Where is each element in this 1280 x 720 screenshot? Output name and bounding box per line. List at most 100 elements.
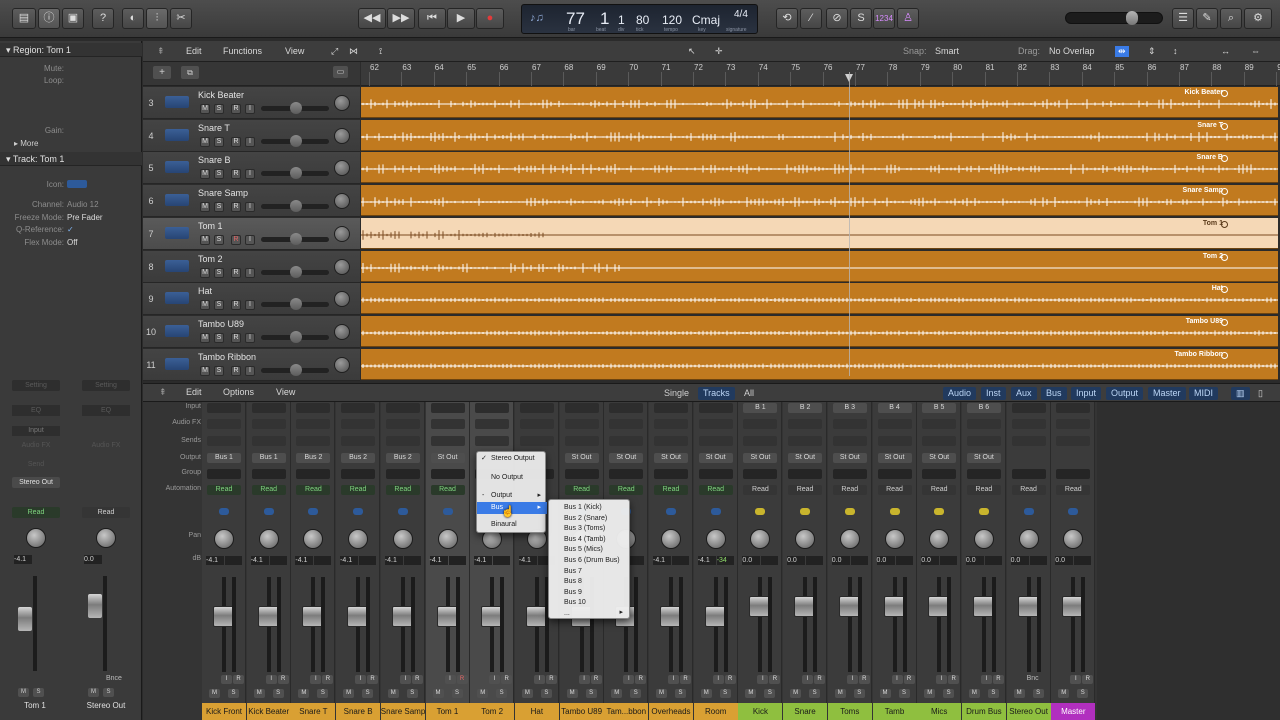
mute-button[interactable]: M	[745, 689, 757, 698]
strip-a-pan-knob[interactable]	[26, 528, 46, 548]
volume-knob[interactable]	[290, 167, 302, 180]
mute-button[interactable]: M	[200, 267, 210, 278]
input-monitor-button[interactable]: I	[245, 136, 255, 147]
lcd-tempo[interactable]: 120	[662, 13, 682, 27]
input-monitor-button[interactable]: I	[399, 675, 411, 684]
track-header[interactable]: 9 Hat M S R I	[143, 283, 360, 316]
output-slot[interactable]: Bus 1	[251, 453, 286, 463]
solo-button[interactable]: S	[943, 689, 955, 698]
group-slot[interactable]	[564, 469, 599, 479]
mute-button[interactable]: M	[200, 332, 210, 343]
solo-button[interactable]: S	[1032, 689, 1044, 698]
send-slot[interactable]	[966, 436, 1001, 446]
bus-menu-item[interactable]: Bus 7	[549, 567, 631, 578]
channel-strip[interactable]: Read 0.0 I R M S Master	[1051, 402, 1096, 720]
wide-strips-icon[interactable]: ▯	[1253, 387, 1268, 400]
input-monitor-button[interactable]: I	[891, 675, 903, 684]
search-icon[interactable]: ⌕	[1220, 8, 1242, 29]
pan-knob[interactable]	[334, 225, 350, 242]
editors-icon[interactable]: ✂	[170, 8, 192, 29]
region-gain-row[interactable]: Gain:	[0, 124, 142, 137]
mixer-all-button[interactable]: All	[739, 387, 759, 400]
output-slot[interactable]: St Out	[743, 453, 778, 463]
record-button[interactable]: R	[992, 675, 1004, 684]
mute-button[interactable]: M	[200, 136, 210, 147]
solo-button[interactable]: S	[214, 104, 224, 114]
send-slot[interactable]	[385, 436, 420, 446]
pan-knob[interactable]	[334, 95, 350, 111]
bus-menu-item[interactable]: Bus 6 (Drum Bus)	[549, 556, 631, 567]
mixer-tracks-button[interactable]: Tracks	[698, 387, 735, 400]
strip-b-solo[interactable]: S	[103, 688, 114, 697]
channel-strip[interactable]: Read 0.0 Bnc M S Stereo Out	[1006, 402, 1051, 720]
group-slot[interactable]	[743, 469, 778, 479]
audio-fx-slot[interactable]	[609, 419, 644, 429]
mute-button[interactable]: M	[611, 689, 623, 698]
output-slot[interactable]: St Out	[832, 453, 867, 463]
mute-button[interactable]: M	[968, 689, 980, 698]
mute-button[interactable]: M	[200, 169, 210, 180]
pan-knob[interactable]	[334, 258, 350, 275]
track-name[interactable]: Tom 1	[198, 221, 223, 231]
track-name[interactable]: Kick Beater	[198, 90, 244, 100]
solo-button[interactable]: S	[214, 332, 224, 343]
horizontal-zoom-icon[interactable]: ↔	[1221, 46, 1230, 56]
icon-row[interactable]: Icon:	[0, 178, 142, 191]
region-inspector-header[interactable]: ▾ Region: Tom 1	[0, 43, 142, 57]
channel-name[interactable]: Snare T	[291, 703, 336, 720]
solo-button[interactable]: S	[630, 689, 642, 698]
volume-knob[interactable]	[290, 200, 302, 213]
inspector-icon[interactable]: ⓘ	[38, 8, 60, 29]
forward-icon[interactable]: ▶▶	[387, 8, 415, 29]
audio-fx-slot[interactable]	[1056, 419, 1091, 429]
track-name[interactable]: Snare B	[198, 155, 231, 165]
input-slot[interactable]	[251, 403, 286, 413]
pointer-tool-icon[interactable]: ↖	[688, 46, 696, 57]
pan-knob[interactable]	[973, 529, 994, 549]
mute-button[interactable]: M	[834, 689, 846, 698]
waveform-zoom-icon[interactable]: ⇹	[1115, 46, 1129, 57]
channel-name[interactable]: Tom 1	[425, 703, 470, 720]
channel-strip[interactable]: B 4 St Out Read 0.0 I R M S Tamb	[872, 402, 917, 720]
input-monitor-button[interactable]: I	[245, 202, 255, 213]
add-track-icon[interactable]: +	[153, 66, 171, 79]
tracks-edit-menu[interactable]: Edit	[186, 46, 202, 56]
record-button[interactable]: R	[411, 675, 423, 684]
channel-strip[interactable]: B 3 St Out Read 0.0 I R M S Toms	[827, 402, 872, 720]
mixer-single-button[interactable]: Single	[659, 387, 694, 400]
input-monitor-button[interactable]: I	[245, 300, 255, 311]
output-slot[interactable]: Bus 1	[207, 453, 241, 463]
input-slot[interactable]: B 5	[922, 403, 957, 413]
group-slot[interactable]	[385, 469, 420, 479]
record-button[interactable]: R	[590, 675, 602, 684]
channel-name[interactable]: Tamb	[872, 703, 917, 720]
solo-button[interactable]: S	[585, 689, 597, 698]
library-icon[interactable]: ▤	[12, 8, 36, 29]
group-slot[interactable]	[430, 469, 465, 479]
strip-b-pan-knob[interactable]	[96, 528, 116, 548]
mute-button[interactable]: M	[200, 104, 210, 114]
pan-knob[interactable]	[795, 529, 816, 549]
audio-track-icon[interactable]	[165, 259, 189, 272]
input-monitor-button[interactable]: I	[623, 675, 635, 684]
solo-button[interactable]: S	[214, 365, 224, 376]
snap-select[interactable]: Smart	[935, 46, 959, 56]
mixer-view-menu[interactable]: View	[276, 387, 295, 397]
channel-name[interactable]: Snare B	[336, 703, 381, 720]
channel-name[interactable]: Snare Samp	[380, 703, 425, 720]
solo-button[interactable]: S	[719, 689, 731, 698]
automation-mode[interactable]: Read	[698, 485, 733, 495]
filter-aux[interactable]: Aux	[1011, 387, 1037, 400]
pan-knob[interactable]	[929, 529, 950, 549]
solo-button[interactable]: S	[214, 267, 224, 278]
bus-menu-item[interactable]: Bus 4 (Tamb)	[549, 535, 631, 546]
mixer-icon[interactable]: ⫶	[146, 8, 168, 29]
input-monitor-button[interactable]: I	[245, 169, 255, 180]
record-button[interactable]: R	[1082, 675, 1094, 684]
strip-a-audiofx[interactable]: Audio FX	[12, 442, 60, 452]
channel-name[interactable]: Tom 2	[470, 703, 515, 720]
bus-menu-item[interactable]: Bus 2 (Snare)	[549, 514, 631, 525]
track-name[interactable]: Tambo Ribbon	[198, 352, 256, 362]
rewind-icon[interactable]: ◀◀	[358, 8, 386, 29]
send-slot[interactable]	[922, 436, 957, 446]
